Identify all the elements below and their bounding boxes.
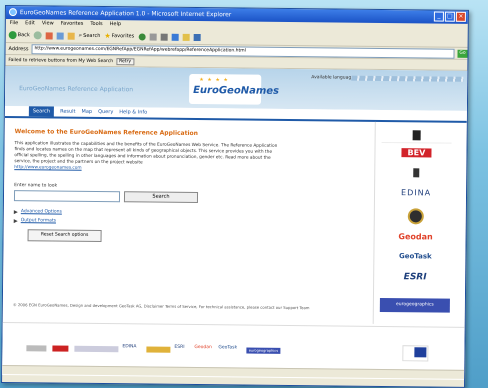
- partner-logo-crest[interactable]: [381, 127, 452, 144]
- partner-esri[interactable]: ESRI: [380, 272, 450, 283]
- favorites-label: Favorites: [111, 33, 135, 40]
- browser-window: EuroGeoNames Reference Application 1.0 -…: [1, 5, 469, 388]
- logo-text: EuroGeoNames: [193, 84, 280, 97]
- eagle-icon: [413, 168, 420, 178]
- menu-file[interactable]: File: [10, 19, 18, 28]
- search-toolbar-label: Search: [83, 32, 101, 40]
- partner-strip-geodan[interactable]: Geodan: [194, 345, 214, 353]
- partner-strip-logo-1[interactable]: [26, 345, 47, 352]
- partner-sidebar: BEV EDINA Geodan GeoTask ESRI eurogeogra…: [372, 121, 456, 325]
- go-button[interactable]: Go: [457, 49, 468, 58]
- menu-view[interactable]: View: [42, 19, 54, 28]
- reset-search-options-button[interactable]: Reset Search options: [27, 229, 102, 243]
- intro-text: This application illustrates the capabil…: [14, 141, 278, 166]
- site-header: EuroGeoNames Reference Application ★ ★ ★…: [4, 66, 468, 111]
- internet-explorer-icon: [8, 8, 17, 17]
- page-title: Welcome to the EuroGeoNames Reference Ap…: [14, 128, 198, 138]
- crest-icon: [412, 130, 421, 141]
- infobar-text: Failed to retrieve buttons from My Web S…: [8, 57, 114, 64]
- retry-button[interactable]: Retry: [116, 57, 135, 65]
- site-name: EuroGeoNames Reference Application: [19, 85, 134, 94]
- partner-logo-small[interactable]: [381, 166, 451, 181]
- messenger-icon[interactable]: [193, 33, 201, 41]
- partner-strip-esri[interactable]: ESRI: [174, 345, 188, 353]
- tab-search[interactable]: Search: [28, 106, 55, 117]
- project-website-link[interactable]: http://www.eurogeonames.com: [14, 165, 81, 171]
- output-formats-link[interactable]: Output Formats: [21, 218, 56, 223]
- search-input[interactable]: [13, 190, 121, 203]
- eurogeonames-logo[interactable]: ★ ★ ★ ★ EuroGeoNames: [188, 73, 279, 105]
- refresh-icon[interactable]: [56, 32, 64, 40]
- partner-bev[interactable]: BEV: [401, 148, 432, 158]
- page-footer: © 2006 EGN EuroGeoNames, Design and deve…: [12, 302, 310, 311]
- expand-arrow-icon: [13, 218, 18, 223]
- back-button[interactable]: Back: [8, 31, 30, 40]
- partner-geodan[interactable]: Geodan: [381, 232, 451, 242]
- print-icon[interactable]: [160, 33, 168, 41]
- partner-strip-logo-3[interactable]: [74, 345, 119, 353]
- tab-query[interactable]: Query: [98, 109, 113, 115]
- menu-help[interactable]: Help: [110, 20, 121, 29]
- tab-result[interactable]: Result: [60, 109, 76, 115]
- search-toolbar-button[interactable]: ⌕ Search: [79, 32, 101, 40]
- partner-strip-logo-5[interactable]: [146, 346, 171, 353]
- seal-icon: [407, 208, 424, 225]
- home-icon[interactable]: [67, 32, 75, 40]
- address-label: Address: [8, 45, 29, 52]
- partner-seal[interactable]: [381, 208, 451, 225]
- back-label: Back: [17, 32, 30, 39]
- eu-flag-icon: [414, 347, 427, 358]
- search-row: Search: [13, 190, 370, 205]
- minimize-button[interactable]: _: [433, 11, 444, 22]
- partner-strip-eurogeographics[interactable]: eurogeographics: [246, 347, 281, 354]
- language-links[interactable]: [351, 75, 464, 82]
- partner-edina[interactable]: EDINA: [381, 188, 451, 198]
- tab-map[interactable]: Map: [81, 109, 92, 115]
- advanced-options-link[interactable]: Advanced Options: [21, 209, 62, 214]
- close-button[interactable]: ×: [455, 11, 466, 22]
- search-button[interactable]: Search: [123, 191, 199, 204]
- partner-strip-geotask[interactable]: GeoTask: [218, 345, 240, 353]
- history-icon[interactable]: [138, 32, 146, 40]
- intro-paragraph: This application illustrates the capabil…: [14, 141, 284, 174]
- folder-icon[interactable]: [182, 33, 190, 41]
- edit-icon[interactable]: [171, 33, 179, 41]
- logo-stars-icon: ★ ★ ★ ★: [199, 77, 229, 84]
- magnifier-icon: ⌕: [78, 31, 83, 39]
- tab-help-info[interactable]: Help & Info: [119, 109, 147, 115]
- maximize-button[interactable]: □: [444, 11, 455, 22]
- menu-tools[interactable]: Tools: [90, 20, 102, 29]
- main-panel: Welcome to the EuroGeoNames Reference Ap…: [13, 128, 371, 245]
- favorites-star-icon: ★: [104, 32, 111, 41]
- favorites-button[interactable]: ★ Favorites: [104, 32, 134, 40]
- window-title: EuroGeoNames Reference Application 1.0 -…: [19, 9, 232, 19]
- eu-logo-box[interactable]: [402, 345, 429, 362]
- back-arrow-icon: [8, 31, 17, 40]
- stop-icon[interactable]: [45, 31, 53, 40]
- output-formats-toggle[interactable]: Output Formats: [13, 218, 370, 227]
- expand-arrow-icon: [13, 209, 18, 214]
- advanced-options-toggle[interactable]: Advanced Options: [13, 209, 370, 218]
- window-controls: _ □ ×: [433, 11, 466, 22]
- partner-strip-edina[interactable]: EDINA: [122, 344, 140, 352]
- partner-strip-logo-2[interactable]: [52, 345, 69, 352]
- search-options: Advanced Options Output Formats: [13, 209, 370, 227]
- partner-geotask[interactable]: GeoTask: [380, 252, 450, 261]
- partner-eurogeographics[interactable]: eurogeographics: [379, 297, 450, 313]
- page-content: EuroGeoNames Reference Application ★ ★ ★…: [2, 66, 468, 380]
- forward-arrow-icon[interactable]: [33, 31, 42, 40]
- mail-icon[interactable]: [149, 33, 157, 41]
- menu-favorites[interactable]: Favorites: [61, 20, 84, 29]
- menu-edit[interactable]: Edit: [25, 19, 35, 28]
